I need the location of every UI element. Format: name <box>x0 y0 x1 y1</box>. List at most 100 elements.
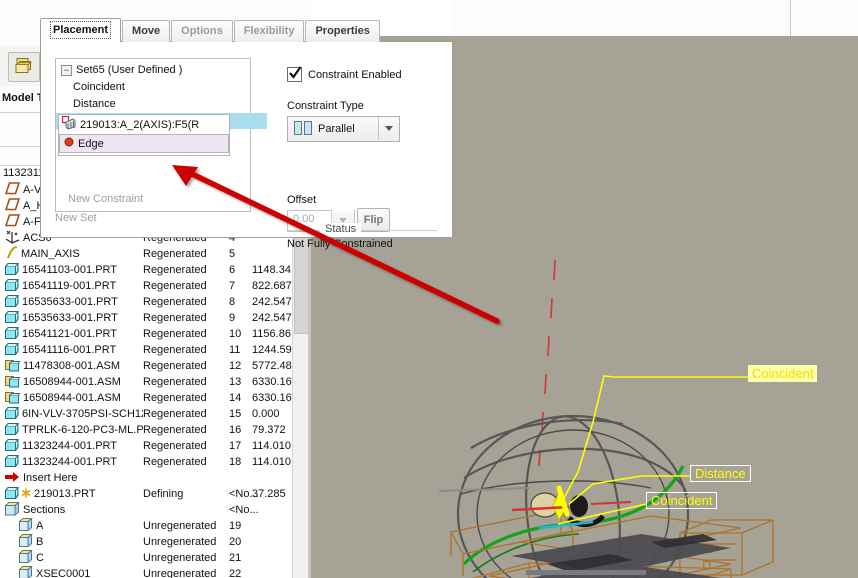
tree-row-value-cell: 1244.59 <box>252 342 292 358</box>
tree-row-label: 16541116-001.PRT <box>22 344 117 356</box>
tree-row-number: 19 <box>229 520 242 532</box>
section-icon <box>18 534 33 550</box>
tree-row[interactable]: 16541103-001.PRT Regenerated 6 1148.34 <box>0 262 292 278</box>
constraint-reference-list[interactable]: 219013:A_2(AXIS):F5(R Edge <box>58 114 230 156</box>
tree-row-name: TPRLK-6-120-PC3-ML.PR <box>5 422 143 438</box>
tree-row[interactable]: 16541119-001.PRT Regenerated 7 822.687 <box>0 278 292 294</box>
reference-row-axis[interactable]: 219013:A_2(AXIS):F5(R <box>59 115 229 134</box>
constraint-set-row-label: Distance <box>73 98 116 110</box>
tree-row-number: 7 <box>229 280 236 292</box>
copy-layers-button[interactable] <box>8 52 40 82</box>
constraint-enabled-checkbox[interactable]: Constraint Enabled <box>287 66 402 82</box>
tree-row-name-cell: 6IN-VLV-3705PSI-SCH12 <box>0 406 143 422</box>
new-set-button[interactable]: New Set <box>55 212 97 224</box>
tab-label: Placement <box>50 21 112 39</box>
chevron-down-icon[interactable] <box>378 117 399 139</box>
tree-row-name: C <box>18 550 44 566</box>
tree-row-number: 6 <box>229 264 236 276</box>
tree-row[interactable]: MAIN_AXIS Regenerated 5 <box>0 246 292 262</box>
tree-row[interactable]: C Unregenerated 21 <box>0 550 292 566</box>
tree-row-value-cell: 114.010 <box>252 438 292 454</box>
tree-row-name: 16535633-001.PRT <box>5 294 118 310</box>
tree-row[interactable]: 16535633-001.PRT Regenerated 8 242.547 <box>0 294 292 310</box>
model-tree[interactable]: A-V A_H A-Fl ACS0 Regenerated 4 MAIN_AXIS Regen… <box>0 182 292 578</box>
tree-row-name: Insert Here <box>5 470 77 486</box>
tree-row-value: 114.010 <box>252 456 291 468</box>
tree-row-label: Sections <box>23 504 66 516</box>
tab-placement[interactable]: Placement <box>40 18 122 42</box>
offset-label: Offset <box>287 194 317 206</box>
dialog-tab-bar[interactable]: Placement Move Options Flexibility Propertie… <box>40 18 381 42</box>
tree-row[interactable]: 11323244-001.PRT Regenerated 17 114.010 <box>0 438 292 454</box>
tree-row[interactable]: TPRLK-6-120-PC3-ML.PR Regenerated 16 79.372 <box>0 422 292 438</box>
tree-row-value-cell: 6330.16 <box>252 390 292 406</box>
tree-row[interactable]: B Unregenerated 20 <box>0 534 292 550</box>
part-icon <box>5 310 20 326</box>
part-icon <box>5 278 20 294</box>
new-constraint-button[interactable]: New Constraint <box>68 193 143 205</box>
tree-row-name: 219013.PRT <box>5 486 96 502</box>
tree-row-value-cell: 5772.48 <box>252 358 292 374</box>
assembly-icon <box>5 358 21 374</box>
tree-row-label: 16508944-001.ASM <box>23 376 121 388</box>
tree-row[interactable]: 16541116-001.PRT Regenerated 11 1244.59 <box>0 342 292 358</box>
constraint-type-select[interactable]: Parallel <box>287 116 400 142</box>
tab-move[interactable]: Move <box>122 20 171 42</box>
tree-row[interactable]: 11478308-001.ASM Regenerated 12 5772.48 <box>0 358 292 374</box>
status-group-title: Status <box>320 223 362 235</box>
flip-button[interactable]: Flip <box>357 208 390 232</box>
tree-row-label: 16535633-001.PRT <box>22 312 118 324</box>
tree-row-label: XSEC0001 <box>36 568 91 578</box>
tree-row-status: Unregenerated <box>143 568 217 578</box>
tree-row-name: A <box>18 518 43 534</box>
tree-row[interactable]: Sections <No... <box>0 502 292 518</box>
reference-row-edge[interactable]: Edge <box>59 134 229 153</box>
tree-row[interactable]: 16508944-001.ASM Regenerated 13 6330.16 <box>0 374 292 390</box>
constraint-type-value: Parallel <box>318 123 355 135</box>
tree-row-value: 114.010 <box>252 440 291 452</box>
tree-row-status: Regenerated <box>143 408 207 420</box>
tree-row-value: 1156.86 <box>252 328 291 340</box>
top-right-pane <box>790 0 858 36</box>
part-icon <box>5 342 20 358</box>
tree-row-value-cell: 1148.34 <box>252 262 292 278</box>
checkmark-icon <box>289 66 302 79</box>
tree-row[interactable]: 11323244-001.PRT Regenerated 18 114.010 <box>0 454 292 470</box>
constraint-set-row[interactable]: − Set65 (User Defined ) <box>56 62 255 78</box>
tree-row[interactable]: Insert Here <box>0 470 292 486</box>
tree-row-value-cell: 242.547 <box>252 310 292 326</box>
tree-row-label: B <box>36 536 44 548</box>
tree-row[interactable]: 16508944-001.ASM Regenerated 14 6330.16 <box>0 390 292 406</box>
tree-row-name: 16508944-001.ASM <box>5 374 121 390</box>
tree-row-name-cell: C <box>0 550 143 566</box>
part-icon <box>5 438 20 454</box>
tree-row[interactable]: 219013.PRT Defining <No... 37.285 <box>0 486 292 502</box>
reference-row-axis-label: 219013:A_2(AXIS):F5(R <box>80 118 200 131</box>
tree-row[interactable]: 16541121-001.PRT Regenerated 10 1156.86 <box>0 326 292 342</box>
datum-plane-icon <box>4 182 21 198</box>
constraint-set-row[interactable]: Distance <box>56 96 267 112</box>
tab-label: Flexibility <box>243 25 295 37</box>
tab-properties[interactable]: Properties <box>305 20 380 42</box>
collapse-expander-icon[interactable]: − <box>61 64 72 76</box>
constraint-set-row[interactable]: Coincident <box>56 79 267 95</box>
section-icon <box>18 550 33 566</box>
tree-row-number: 18 <box>229 456 242 468</box>
tree-row-label: 16535633-001.PRT <box>22 296 118 308</box>
tree-row-status: Unregenerated <box>143 520 217 532</box>
checkbox-box[interactable] <box>287 66 302 82</box>
tree-row-name-cell: 219013.PRT <box>0 486 143 502</box>
tree-row-status: Regenerated <box>143 280 207 292</box>
tree-row-value: 822.687 <box>252 280 292 292</box>
tree-row[interactable]: A Unregenerated 19 <box>0 518 292 534</box>
axis-ref-icon <box>61 115 76 133</box>
tree-row-status: Regenerated <box>143 456 207 468</box>
active-asterisk-icon <box>21 488 31 501</box>
tree-row[interactable]: XSEC0001 Unregenerated 22 <box>0 566 292 578</box>
tree-root-label: 1132311 <box>3 167 45 179</box>
svg-text:D: D <box>702 558 711 573</box>
tree-row[interactable]: 6IN-VLV-3705PSI-SCH12 Regenerated 15 0.000 <box>0 406 292 422</box>
tree-row-label: A-V <box>23 184 42 196</box>
tree-row[interactable]: 16535633-001.PRT Regenerated 9 242.547 <box>0 310 292 326</box>
tree-row-number: 8 <box>229 296 236 308</box>
